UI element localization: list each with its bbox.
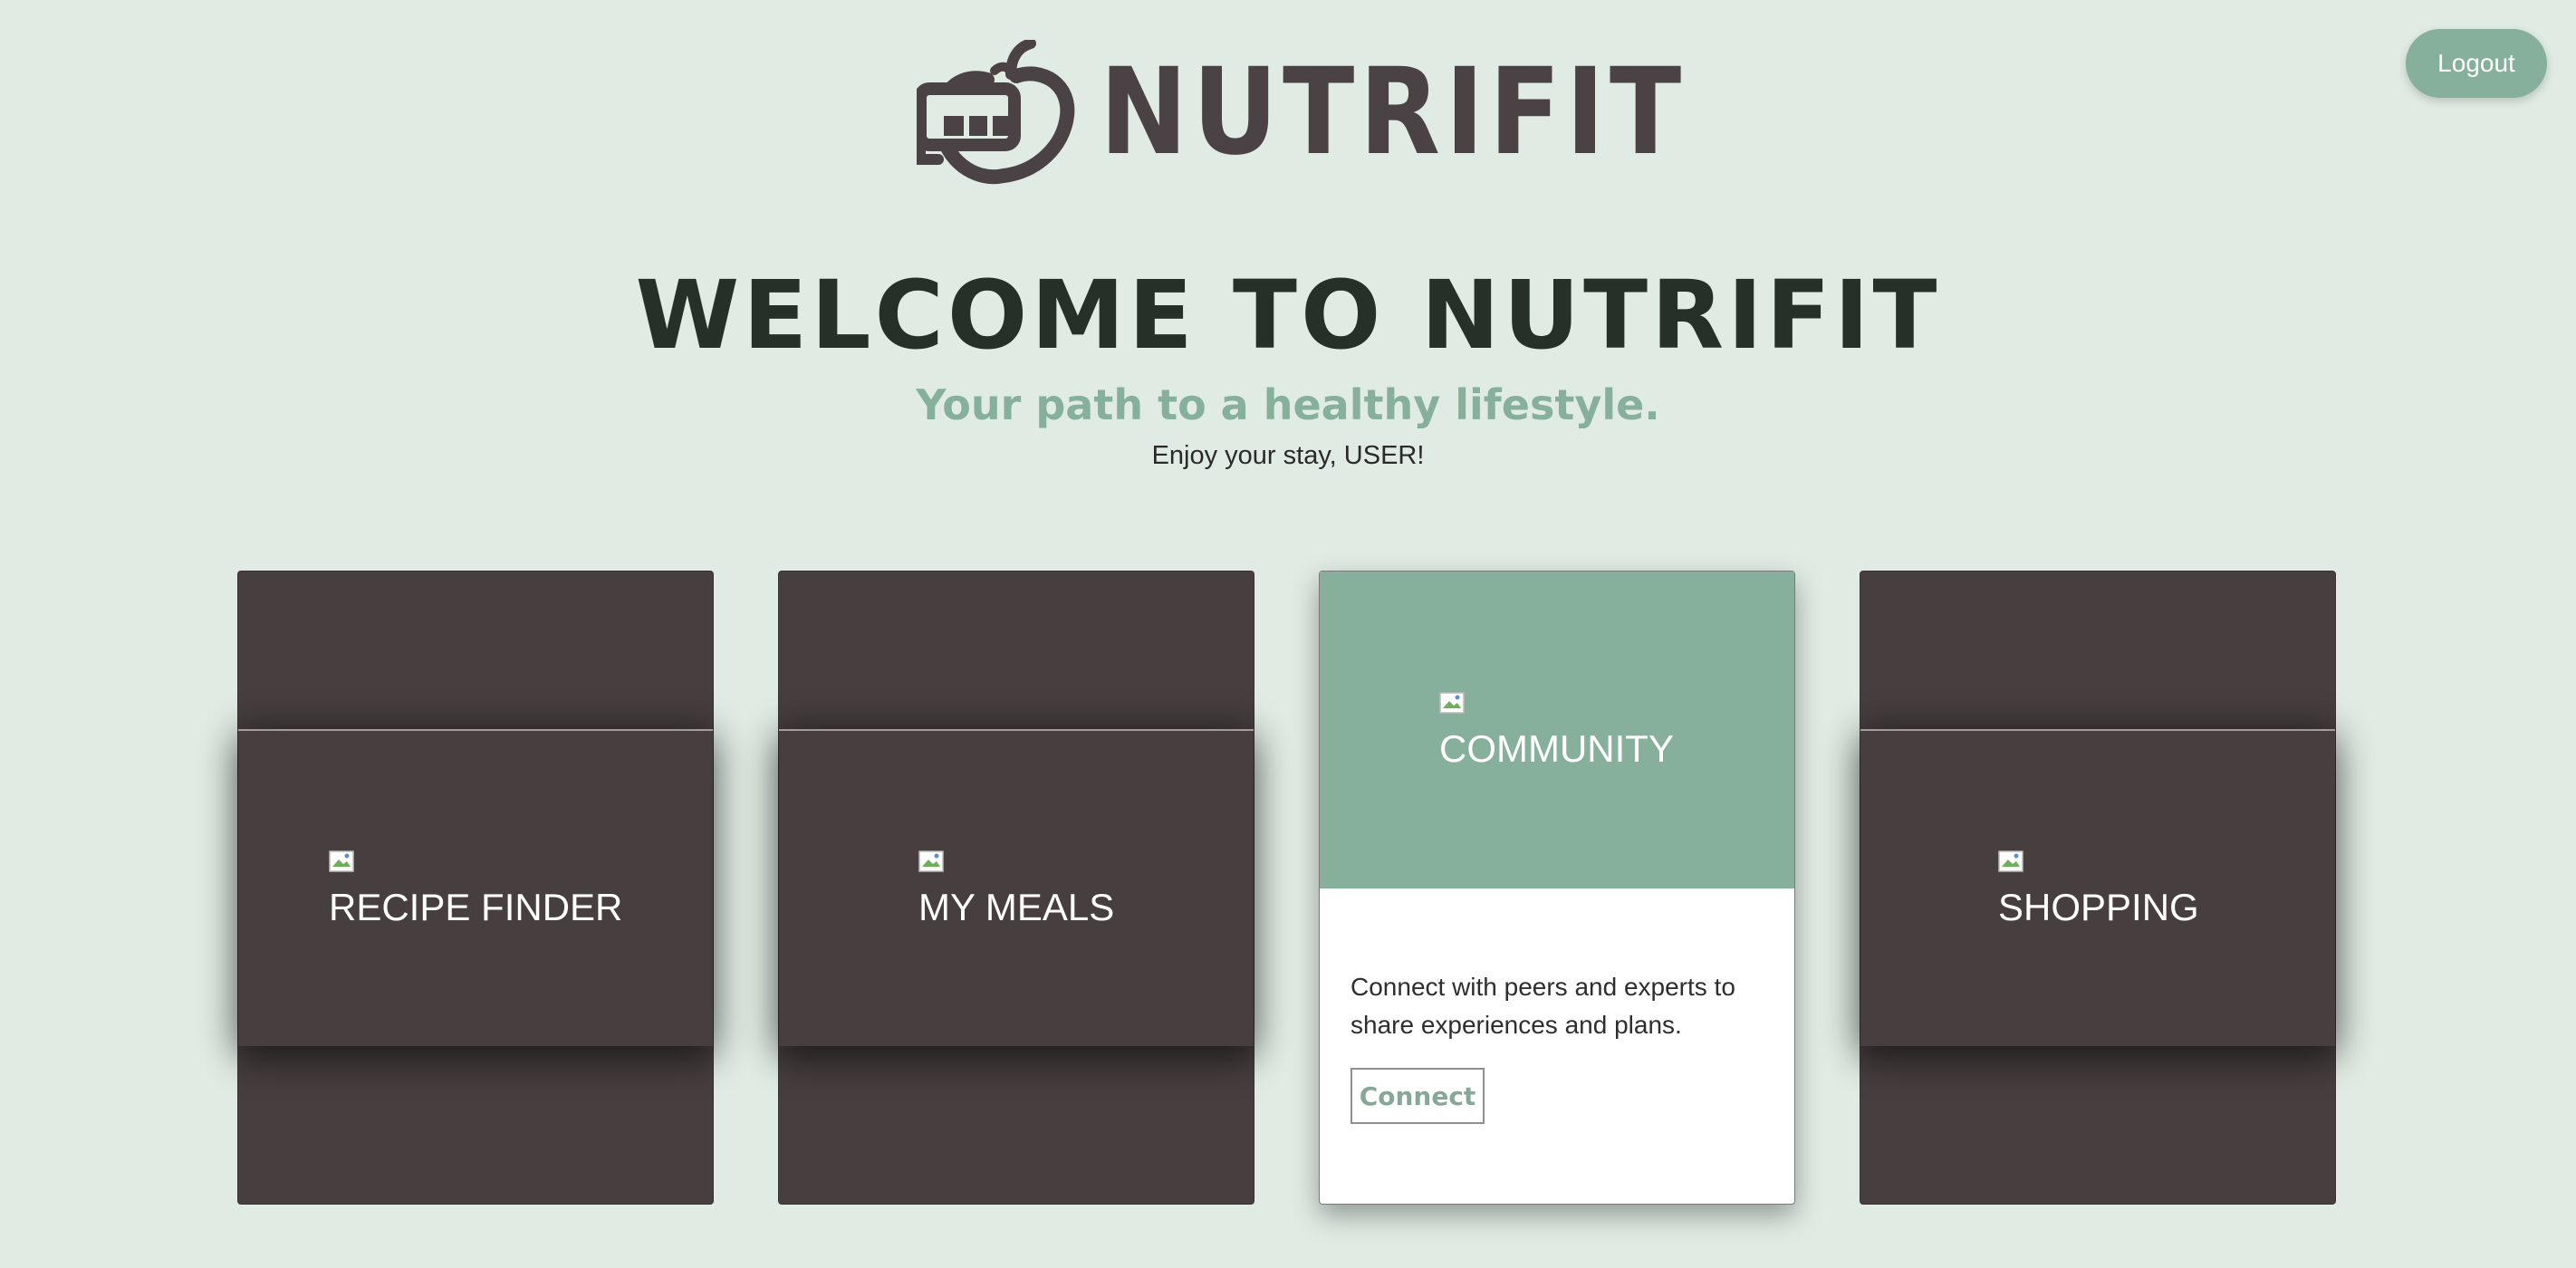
nutrifit-logo: NUTRIFIT <box>917 40 1766 185</box>
card-title: MY MEALS <box>918 886 1115 928</box>
my-meals-card[interactable]: MY MEALS <box>778 571 1254 1205</box>
shopping-card[interactable]: SHOPPING <box>1860 571 2336 1205</box>
community-card[interactable]: COMMUNITY Connect with peers and experts… <box>1319 571 1795 1205</box>
welcome-heading: WELCOME TO NUTRIFIT <box>635 260 1941 370</box>
broken-image-icon <box>1998 850 2023 872</box>
card-title: SHOPPING <box>1998 886 2199 928</box>
card-description: Connect with peers and experts to share … <box>1350 973 1735 1039</box>
card-band: MY MEALS <box>779 729 1254 1046</box>
logout-button[interactable]: Logout <box>2406 29 2547 98</box>
broken-image-icon <box>1439 692 1465 714</box>
connect-button[interactable]: Connect <box>1350 1068 1485 1124</box>
tagline: Your path to a healthy lifestyle. <box>916 380 1660 429</box>
broken-image-icon <box>329 850 354 872</box>
recipe-finder-card[interactable]: RECIPE FINDER <box>237 571 714 1205</box>
card-title: RECIPE FINDER <box>329 886 623 928</box>
home-page: Logout NUTRIFIT WELCOME TO NUTRIFIT Your… <box>0 0 2576 1268</box>
broken-image-icon <box>918 850 944 872</box>
card-band: RECIPE FINDER <box>238 729 713 1046</box>
apple-truck-logo-icon <box>917 40 1075 185</box>
card-band: SHOPPING <box>1860 729 2335 1046</box>
logo-wordmark: NUTRIFIT <box>1100 43 1687 182</box>
user-greeting: Enjoy your stay, USER! <box>1151 441 1425 470</box>
card-title: COMMUNITY <box>1439 727 1674 770</box>
card-header: COMMUNITY <box>1320 572 1794 889</box>
